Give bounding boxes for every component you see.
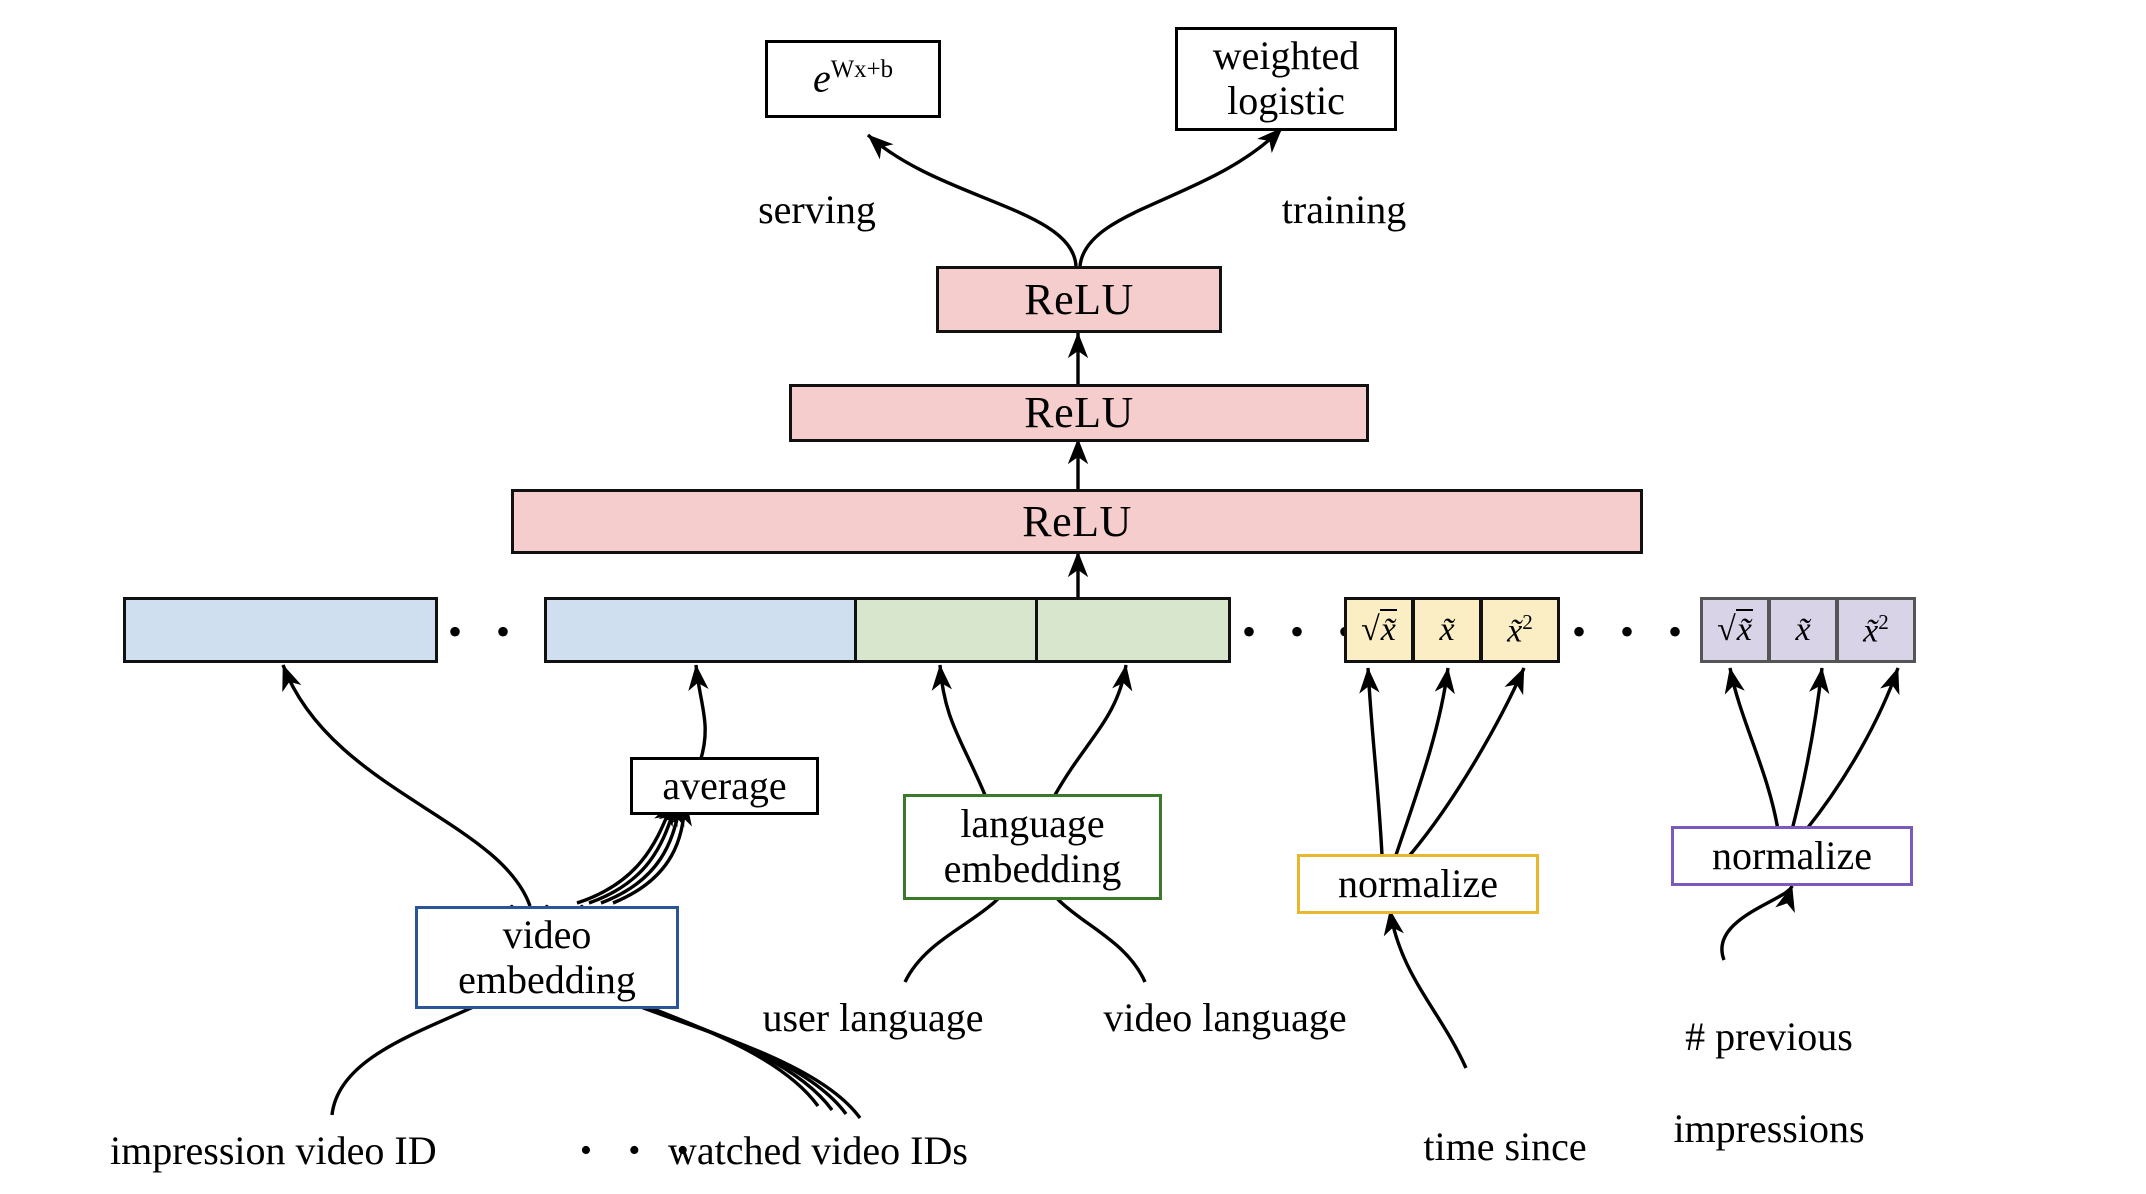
wire-videoemb-average-3 <box>600 799 685 905</box>
impressions-x-expr: x̃ <box>1795 611 1811 648</box>
feature-bar-watched-video-average[interactable] <box>544 597 857 663</box>
normalize-impressions-label: normalize <box>1712 832 1872 878</box>
relu-layer-2[interactable]: ReLU <box>789 384 1369 442</box>
feature-cell-time-x-squared[interactable]: x̃2 <box>1480 597 1560 663</box>
impression-video-id-label: impression video ID <box>110 1128 437 1173</box>
video-language-label: video language <box>1103 995 1347 1040</box>
time-x-expr: x̃ <box>1439 611 1455 648</box>
time-since-last-watch-label: time since last watch <box>1360 1078 1610 1194</box>
training-label: training <box>1281 187 1407 232</box>
average-box[interactable]: average <box>630 757 819 815</box>
wire-normimp-sqrt <box>1724 667 1780 831</box>
diagram-canvas: eWx+b weighted logistic serving training… <box>0 0 2146 1194</box>
previous-impressions-line2: impressions <box>1673 1106 1865 1151</box>
average-box-label: average <box>662 762 787 808</box>
ellipsis-before-impression-features: • • • <box>1572 609 1695 654</box>
wire-normtime-x2 <box>1408 667 1526 857</box>
feature-cell-impressions-sqrt[interactable]: √x̃ <box>1700 597 1770 663</box>
impressions-sqrt-expr: √x̃ <box>1717 609 1753 648</box>
wire-videoemb-average-2 <box>588 799 680 905</box>
video-embedding-line2: embedding <box>458 956 636 1002</box>
relu-layer-3[interactable]: ReLU <box>936 266 1222 333</box>
feature-bar-user-language-embedding[interactable] <box>854 597 1038 663</box>
normalize-impressions-box[interactable]: normalize <box>1671 826 1913 886</box>
wire-langemb-video <box>1053 664 1133 796</box>
time-since-line1: time since <box>1423 1124 1587 1169</box>
training-head-line1: weighted <box>1212 33 1360 79</box>
wire-langemb-user <box>931 664 987 796</box>
feature-bar-impression-video-embedding[interactable] <box>123 597 438 663</box>
wire-normimp-x <box>1790 667 1830 831</box>
video-embedding-line1: video <box>502 911 592 957</box>
impressions-x2-expr: x̃2 <box>1863 609 1889 650</box>
relu-layer-1[interactable]: ReLU <box>511 489 1643 554</box>
wire-normtime-sqrt <box>1359 667 1384 856</box>
time-sqrt-expr: √x̃ <box>1361 609 1397 648</box>
user-language-label: user language <box>762 995 984 1040</box>
previous-impressions-label: # previous impressions <box>1604 968 1894 1194</box>
feature-cell-impressions-x[interactable]: x̃ <box>1768 597 1838 663</box>
feature-bar-video-language-embedding[interactable] <box>1035 597 1231 663</box>
wire-videoemb-average-4 <box>612 799 692 905</box>
time-x2-expr: x̃2 <box>1507 609 1533 650</box>
feature-cell-impressions-x-squared[interactable]: x̃2 <box>1836 597 1916 663</box>
language-embedding-line2: embedding <box>943 846 1122 891</box>
serving-head-exponent: Wx+b <box>830 56 893 84</box>
feature-cell-time-x[interactable]: x̃ <box>1412 597 1482 663</box>
relu-layer-3-label: ReLU <box>1024 274 1134 324</box>
serving-head-formula: eWx+b <box>813 56 893 101</box>
serving-head-box[interactable]: eWx+b <box>765 40 941 118</box>
wire-previmp-norm <box>1720 885 1795 961</box>
training-head-line2: logistic <box>1227 78 1345 123</box>
serving-label: serving <box>758 187 876 232</box>
relu-layer-2-label: ReLU <box>1024 388 1134 438</box>
wire-normimp-x2 <box>1804 667 1900 832</box>
wire-timesince-norm <box>1383 909 1468 1069</box>
training-head-box[interactable]: weighted logistic <box>1175 27 1397 131</box>
normalize-time-label: normalize <box>1338 860 1498 906</box>
serving-head-base: e <box>813 55 831 101</box>
previous-impressions-line1: # previous <box>1685 1014 1853 1059</box>
feature-cell-time-sqrt[interactable]: √x̃ <box>1344 597 1414 663</box>
wire-videoemb-impression <box>281 664 532 907</box>
language-embedding-box[interactable]: language embedding <box>903 794 1162 900</box>
wire-normtime-x <box>1394 667 1455 856</box>
normalize-time-box[interactable]: normalize <box>1297 854 1539 914</box>
wire-average-bar <box>688 664 709 763</box>
watched-video-ids-label: watched video IDs <box>668 1128 968 1173</box>
language-embedding-line1: language <box>960 801 1105 847</box>
relu-layer-1-label: ReLU <box>1022 496 1132 546</box>
video-embedding-box[interactable]: video embedding <box>415 906 679 1009</box>
